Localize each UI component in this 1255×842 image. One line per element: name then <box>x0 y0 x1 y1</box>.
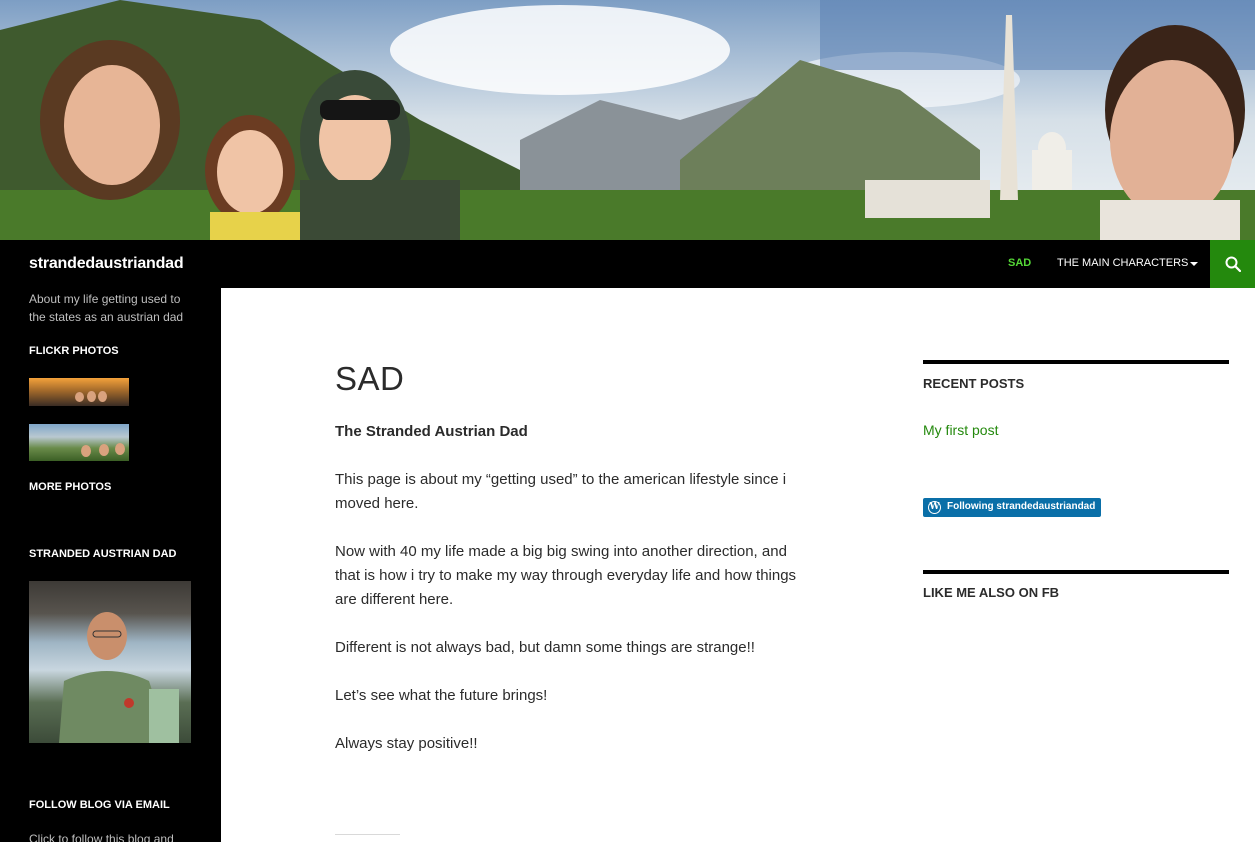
chevron-down-icon[interactable] <box>1190 262 1198 266</box>
email-widget-text: Click to follow this blog and <box>29 832 174 842</box>
nav-item-main-characters[interactable]: THE MAIN CHARACTERS <box>1057 257 1188 269</box>
wordpress-icon: W <box>928 501 941 514</box>
site-title-link[interactable]: strandedaustriandad <box>29 255 184 273</box>
content-paragraph: Always stay positive!! <box>335 735 478 752</box>
flickr-photo-thumbnail[interactable] <box>29 378 129 406</box>
content-paragraph: Now with 40 my life made a big big swing… <box>335 543 797 608</box>
main-content: SAD The Stranded Austrian Dad This page … <box>221 288 1255 842</box>
search-icon <box>1225 256 1241 272</box>
flickr-widget-title: FLICKR PHOTOS <box>29 345 119 357</box>
page-title: SAD <box>335 360 405 397</box>
content-paragraph: This page is about my “getting used” to … <box>335 471 787 512</box>
site-tagline: About my life getting used to the states… <box>29 292 184 324</box>
image-widget-title: STRANDED AUSTRIAN DAD <box>29 548 177 560</box>
facebook-widget-title: LIKE ME ALSO ON FB <box>923 585 1060 600</box>
page-content: The Stranded Austrian Dad This page is a… <box>335 420 809 780</box>
widget-divider <box>923 570 1229 574</box>
header-banner-image[interactable] <box>0 0 1255 240</box>
more-photos-link[interactable]: MORE PHOTOS <box>29 481 111 493</box>
email-widget-title: FOLLOW BLOG VIA EMAIL <box>29 799 170 811</box>
profile-photo <box>29 581 191 743</box>
recent-post-link[interactable]: My first post <box>923 422 998 438</box>
content-divider <box>335 834 400 835</box>
left-sidebar: About my life getting used to the states… <box>0 288 221 842</box>
flickr-photo-thumbnail[interactable] <box>29 424 129 461</box>
content-paragraph: Different is not always bad, but damn so… <box>335 639 755 656</box>
follow-button-label: Following strandedaustriandad <box>947 501 1096 512</box>
nav-item-sad[interactable]: SAD <box>1008 257 1031 269</box>
follow-blog-button[interactable]: W Following strandedaustriandad <box>923 498 1102 517</box>
content-heading: The Stranded Austrian Dad <box>335 423 528 440</box>
widget-divider <box>923 360 1229 364</box>
recent-posts-title: RECENT POSTS <box>923 376 1025 391</box>
banner-illustration <box>0 0 1255 240</box>
top-navbar: strandedaustriandad SAD THE MAIN CHARACT… <box>0 240 1255 288</box>
content-paragraph: Let’s see what the future brings! <box>335 687 548 704</box>
search-toggle-button[interactable] <box>1210 240 1255 288</box>
